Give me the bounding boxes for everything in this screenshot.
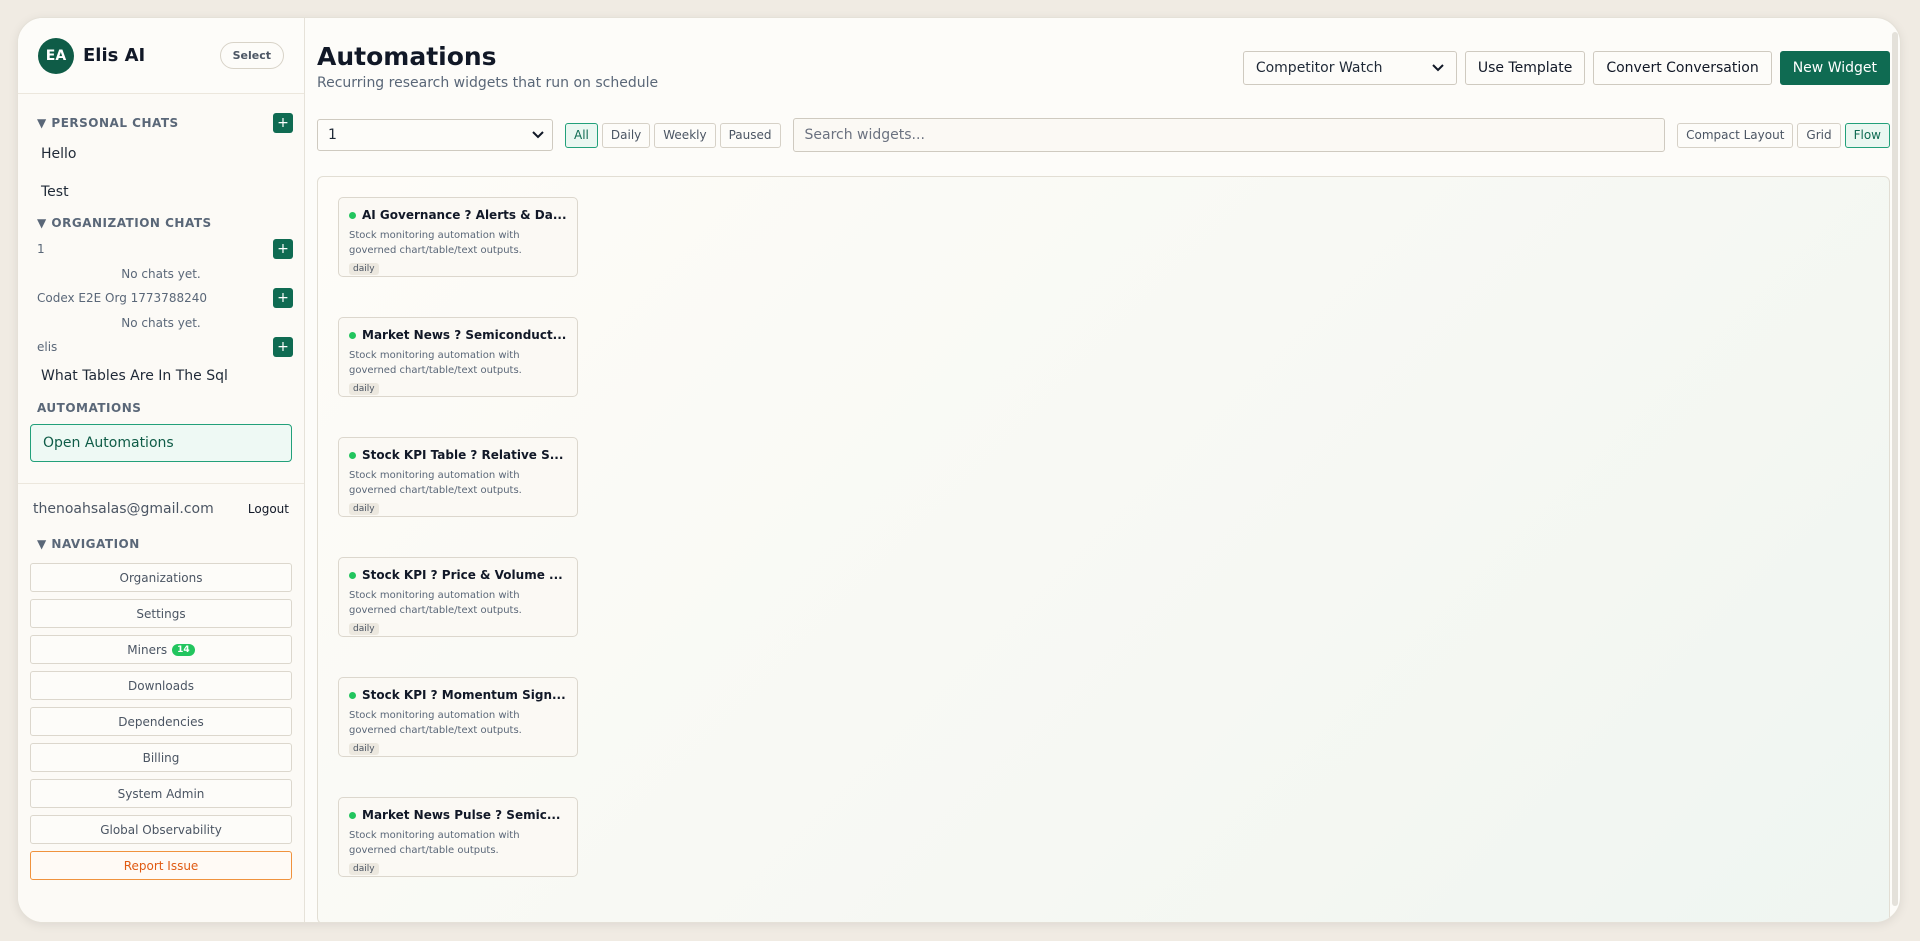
widget-description: Stock monitoring automation with governe… [349,470,522,496]
filter-weekly[interactable]: Weekly [654,122,716,148]
vertical-scrollbar[interactable] [1892,32,1898,906]
new-widget-button[interactable]: New Widget [1779,51,1890,85]
org-name: elis [37,340,58,354]
widget-description: Stock monitoring automation with governe… [349,590,522,616]
add-org-chat-button[interactable]: + [273,288,293,308]
report-issue-button[interactable]: Report Issue [30,851,292,880]
widget-schedule-tag: daily [349,503,379,515]
widget-title: Market News Pulse ? Semic... [349,808,567,822]
widget-card[interactable]: AI Governance ? Alerts & Da... Stock mon… [338,197,578,277]
chat-item-hello[interactable]: Hello [29,135,293,173]
nav-dependencies[interactable]: Dependencies [30,707,292,736]
open-automations-button[interactable]: Open Automations [30,424,292,462]
search-input[interactable]: Search widgets... [792,118,1666,152]
widget-title: Market News ? Semiconduct... [349,328,567,342]
layout-grid[interactable]: Grid [1797,122,1841,148]
widget-canvas: AI Governance ? Alerts & Da... Stock mon… [317,176,1890,922]
org-select-value: 1 [328,127,337,143]
widget-schedule-tag: daily [349,623,379,635]
status-dot-icon [349,211,356,219]
org-row-codex: Codex E2E Org 1773788240 + [29,287,293,309]
user-email: thenoahsalas@gmail.com [33,501,214,517]
filter-daily[interactable]: Daily [601,122,651,148]
filter-paused[interactable]: Paused [719,122,781,148]
convert-conversation-button[interactable]: Convert Conversation [1593,51,1772,85]
main-content: Automations Recurring research widgets t… [305,18,1900,922]
layout-compact[interactable]: Compact Layout [1677,122,1794,148]
add-org-chat-button[interactable]: + [273,337,293,357]
widget-card[interactable]: Stock KPI Table ? Relative S... Stock mo… [338,437,578,517]
chevron-down-icon [1432,60,1444,76]
app-window: EA Elis AI Select ▼ PERSONAL CHATS + Hel… [17,17,1901,923]
page-title: Automations [317,42,497,71]
sidebar-content: ▼ PERSONAL CHATS + Hello Test ▼ ORGANIZA… [18,94,304,880]
logout-button[interactable]: Logout [248,502,289,516]
organization-chats-label: ▼ ORGANIZATION CHATS [37,216,212,230]
filter-all[interactable]: All [565,122,598,148]
brand-header: EA Elis AI Select [18,18,304,94]
template-select[interactable]: Competitor Watch [1242,51,1457,85]
nav-billing[interactable]: Billing [30,743,292,772]
sidebar: EA Elis AI Select ▼ PERSONAL CHATS + Hel… [18,18,305,922]
widget-title: Stock KPI ? Momentum Sign... [349,688,567,702]
filter-toolbar: 1 All Daily Weekly Paused Search widgets… [317,118,1890,152]
empty-state: No chats yet. [121,266,201,281]
widget-card[interactable]: Market News Pulse ? Semic... Stock monit… [338,797,578,877]
personal-chats-heading[interactable]: ▼ PERSONAL CHATS + [29,113,293,133]
org-row-1: 1 + [29,238,293,260]
widget-schedule-tag: daily [349,863,379,875]
nav-system-admin[interactable]: System Admin [30,779,292,808]
add-personal-chat-button[interactable]: + [273,113,293,133]
organization-chats-heading[interactable]: ▼ ORGANIZATION CHATS [29,213,293,233]
user-row: thenoahsalas@gmail.com Logout [29,484,293,534]
widget-card[interactable]: Stock KPI ? Price & Volume ... Stock mon… [338,557,578,637]
widget-card[interactable]: Market News ? Semiconduct... Stock monit… [338,317,578,397]
widget-schedule-tag: daily [349,743,379,755]
automations-label: AUTOMATIONS [37,401,142,415]
org-name: 1 [37,242,45,256]
brand-avatar: EA [38,37,74,74]
status-dot-icon [349,571,356,579]
header-actions: Competitor Watch Use Template Convert Co… [1242,51,1890,85]
nav-global-observability[interactable]: Global Observability [30,815,292,844]
widget-schedule-tag: daily [349,263,379,275]
brand-name: Elis AI [83,45,146,66]
automations-heading: AUTOMATIONS [29,398,293,418]
status-dot-icon [349,451,356,459]
widget-card[interactable]: Stock KPI ? Momentum Sign... Stock monit… [338,677,578,757]
chat-item-test[interactable]: Test [29,173,293,211]
widget-schedule-tag: daily [349,383,379,395]
widget-description: Stock monitoring automation with governe… [349,350,522,376]
nav-miners-label: Miners [127,642,168,657]
layout-flow[interactable]: Flow [1844,122,1890,148]
navigation-heading[interactable]: ▼ NAVIGATION [29,534,293,554]
status-dot-icon [349,691,356,699]
page-subtitle: Recurring research widgets that run on s… [317,75,659,91]
status-dot-icon [349,811,356,819]
widget-title: Stock KPI ? Price & Volume ... [349,568,567,582]
org-select[interactable]: 1 [317,119,553,151]
widget-description: Stock monitoring automation with governe… [349,710,522,736]
miners-count-badge: 14 [172,643,195,656]
widget-description: Stock monitoring automation with governe… [349,230,522,256]
empty-state: No chats yet. [121,315,201,330]
template-select-value: Competitor Watch [1255,60,1383,76]
use-template-button[interactable]: Use Template [1464,51,1586,85]
widget-description: Stock monitoring automation with governe… [349,830,520,856]
add-org-chat-button[interactable]: + [273,239,293,259]
nav-miners[interactable]: Miners 14 [30,635,292,664]
nav-settings[interactable]: Settings [30,599,292,628]
chevron-down-icon [532,127,544,143]
navigation-label: ▼ NAVIGATION [37,537,140,551]
widget-title: Stock KPI Table ? Relative S... [349,448,567,462]
chat-item-sql[interactable]: What Tables Are In The Sql [29,358,293,394]
widget-title: AI Governance ? Alerts & Da... [349,208,567,222]
nav-downloads[interactable]: Downloads [30,671,292,700]
personal-chats-label: ▼ PERSONAL CHATS [37,116,179,130]
org-row-elis: elis + [29,336,293,358]
select-button[interactable]: Select [219,42,284,69]
nav-organizations[interactable]: Organizations [30,563,292,592]
status-dot-icon [349,331,356,339]
org-name: Codex E2E Org 1773788240 [37,291,207,305]
